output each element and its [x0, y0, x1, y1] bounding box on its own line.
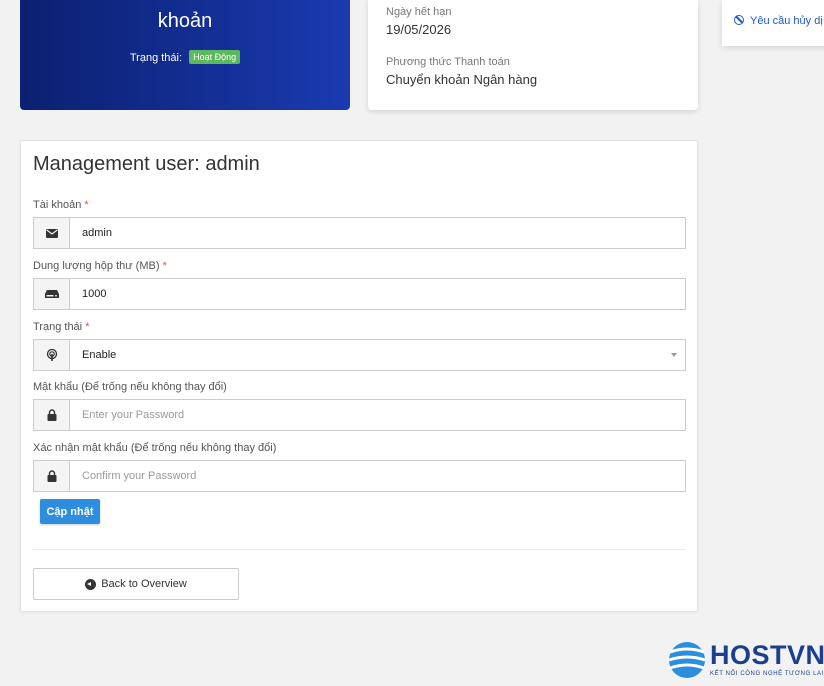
- cancel-request-link[interactable]: Yêu cầu hủy dị: [734, 15, 823, 27]
- confirm-password-input-group: Confirm your Password: [33, 460, 686, 492]
- hdd-icon: [34, 279, 70, 309]
- back-to-overview-button[interactable]: Back to Overview: [33, 568, 239, 600]
- cancel-request-label: Yêu cầu hủy dị: [750, 15, 823, 27]
- logo-wordmark: HOSTVN: [710, 640, 824, 670]
- required-marker: *: [85, 321, 90, 333]
- divider: [33, 549, 686, 550]
- status-select[interactable]: Enable: [70, 340, 685, 370]
- account-input[interactable]: admin: [70, 218, 685, 248]
- payment-value: Chuyển khoản Ngân hàng: [386, 72, 538, 87]
- account-card: khoản Trạng thái: Hoạt Động: [20, 0, 350, 110]
- payment-label: Phương thức Thanh toán: [386, 56, 510, 68]
- confirm-password-field-label: Xác nhận mật khẩu (Để trống nếu không th…: [33, 442, 277, 454]
- envelope-icon: [34, 218, 70, 248]
- status-select-group: Enable: [33, 339, 686, 371]
- status-field-label: Trạng thái *: [33, 321, 89, 333]
- ban-icon: [734, 15, 744, 25]
- account-input-group: admin: [33, 217, 686, 249]
- manage-user-panel: Management user: admin Tài khoản * admin…: [20, 140, 698, 612]
- lock-icon: [34, 461, 70, 491]
- password-field-label: Mật khẩu (Để trống nếu không thay đổi): [33, 381, 227, 393]
- account-card-title: khoản: [157, 10, 213, 32]
- expiry-value: 19/05/2026: [386, 22, 452, 37]
- status-badge: Hoạt Động: [189, 50, 241, 64]
- quota-field-label: Dung lượng hộp thư (MB) *: [33, 260, 167, 272]
- update-button[interactable]: Cập nhật: [40, 499, 100, 524]
- expiry-label: Ngày hết hạn: [386, 6, 452, 18]
- hostvn-logo: HOSTVN KẾT NỐI CÔNG NGHỆ TƯƠNG LAI: [668, 638, 824, 682]
- account-label-text: Tài khoản: [33, 199, 82, 211]
- required-marker: *: [84, 199, 89, 211]
- quota-input-group: 1000: [33, 278, 686, 310]
- chevron-down-icon: [671, 353, 677, 357]
- podcast-icon: [34, 340, 70, 370]
- back-to-overview-label: Back to Overview: [101, 578, 187, 590]
- quota-input[interactable]: 1000: [70, 279, 685, 309]
- actions-card: Yêu cầu hủy dị: [722, 0, 824, 46]
- account-status-row: Trạng thái: Hoạt Động: [20, 50, 350, 64]
- quota-label-text: Dung lượng hộp thư (MB): [33, 260, 160, 272]
- account-field-label: Tài khoản *: [33, 199, 89, 211]
- arrow-circle-left-icon: [85, 578, 97, 590]
- page-title: Management user: admin: [33, 153, 260, 175]
- logo-tagline: KẾT NỐI CÔNG NGHỆ TƯƠNG LAI: [710, 671, 824, 677]
- status-label: Trạng thái:: [129, 52, 183, 64]
- required-marker: *: [162, 260, 167, 272]
- lock-icon: [34, 400, 70, 430]
- password-input[interactable]: Enter your Password: [70, 400, 685, 430]
- hostvn-globe-icon: [668, 642, 706, 678]
- confirm-password-input[interactable]: Confirm your Password: [70, 461, 685, 491]
- status-label-text: Trạng thái: [33, 321, 83, 333]
- status-select-value: Enable: [82, 349, 117, 361]
- subscription-info-card: Ngày hết hạn 19/05/2026 Phương thức Than…: [368, 0, 698, 110]
- password-input-group: Enter your Password: [33, 399, 686, 431]
